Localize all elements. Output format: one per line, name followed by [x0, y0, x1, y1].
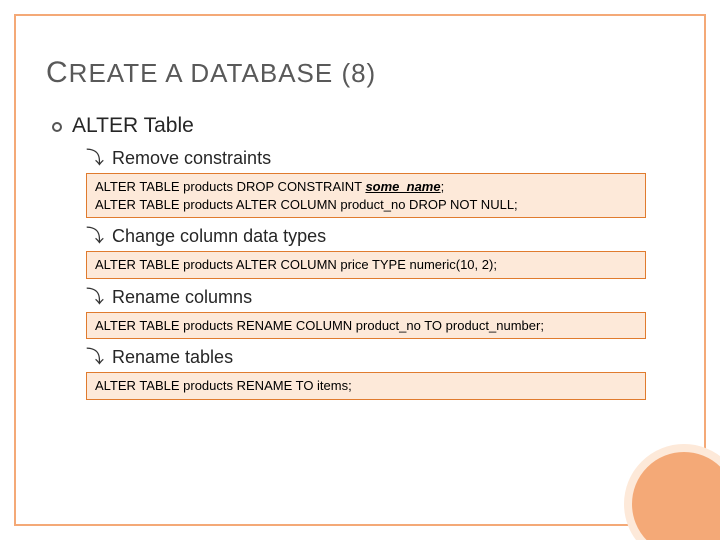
title-part: C — [46, 56, 69, 89]
lvl2-text: Change column data types — [112, 226, 326, 247]
title-part: DATABASE — [182, 58, 333, 88]
slide-title: CREATE A DATABASE (8) — [46, 56, 674, 90]
lvl1-text: ALTER Table — [72, 114, 194, 138]
bullet-level1: ALTER Table — [52, 114, 674, 138]
arrow-bullet-icon: ⤵ — [86, 348, 104, 366]
lvl2-text: Rename columns — [112, 287, 252, 308]
code-box: ALTER TABLE products DROP CONSTRAINT som… — [86, 173, 646, 218]
bullet-level2: ⤵ Remove constraints — [86, 148, 674, 169]
bullet-level2: ⤵ Rename tables — [86, 347, 674, 368]
code-box: ALTER TABLE products RENAME COLUMN produ… — [86, 312, 646, 340]
code-box: ALTER TABLE products ALTER COLUMN price … — [86, 251, 646, 279]
slide-content: CREATE A DATABASE (8) ALTER Table ⤵ Remo… — [16, 16, 704, 524]
title-part: (8) — [333, 58, 376, 88]
title-part: A — [158, 58, 182, 88]
bullet-level2: ⤵ Change column data types — [86, 226, 674, 247]
arrow-bullet-icon: ⤵ — [86, 149, 104, 167]
code-box: ALTER TABLE products RENAME TO items; — [86, 372, 646, 400]
arrow-bullet-icon: ⤵ — [86, 288, 104, 306]
arrow-bullet-icon: ⤵ — [86, 227, 104, 245]
lvl2-text: Remove constraints — [112, 148, 271, 169]
lvl2-text: Rename tables — [112, 347, 233, 368]
title-part: REATE — [69, 58, 159, 88]
decorative-circle-icon — [624, 444, 720, 540]
bullet-level2: ⤵ Rename columns — [86, 287, 674, 308]
circle-bullet-icon — [52, 122, 62, 132]
